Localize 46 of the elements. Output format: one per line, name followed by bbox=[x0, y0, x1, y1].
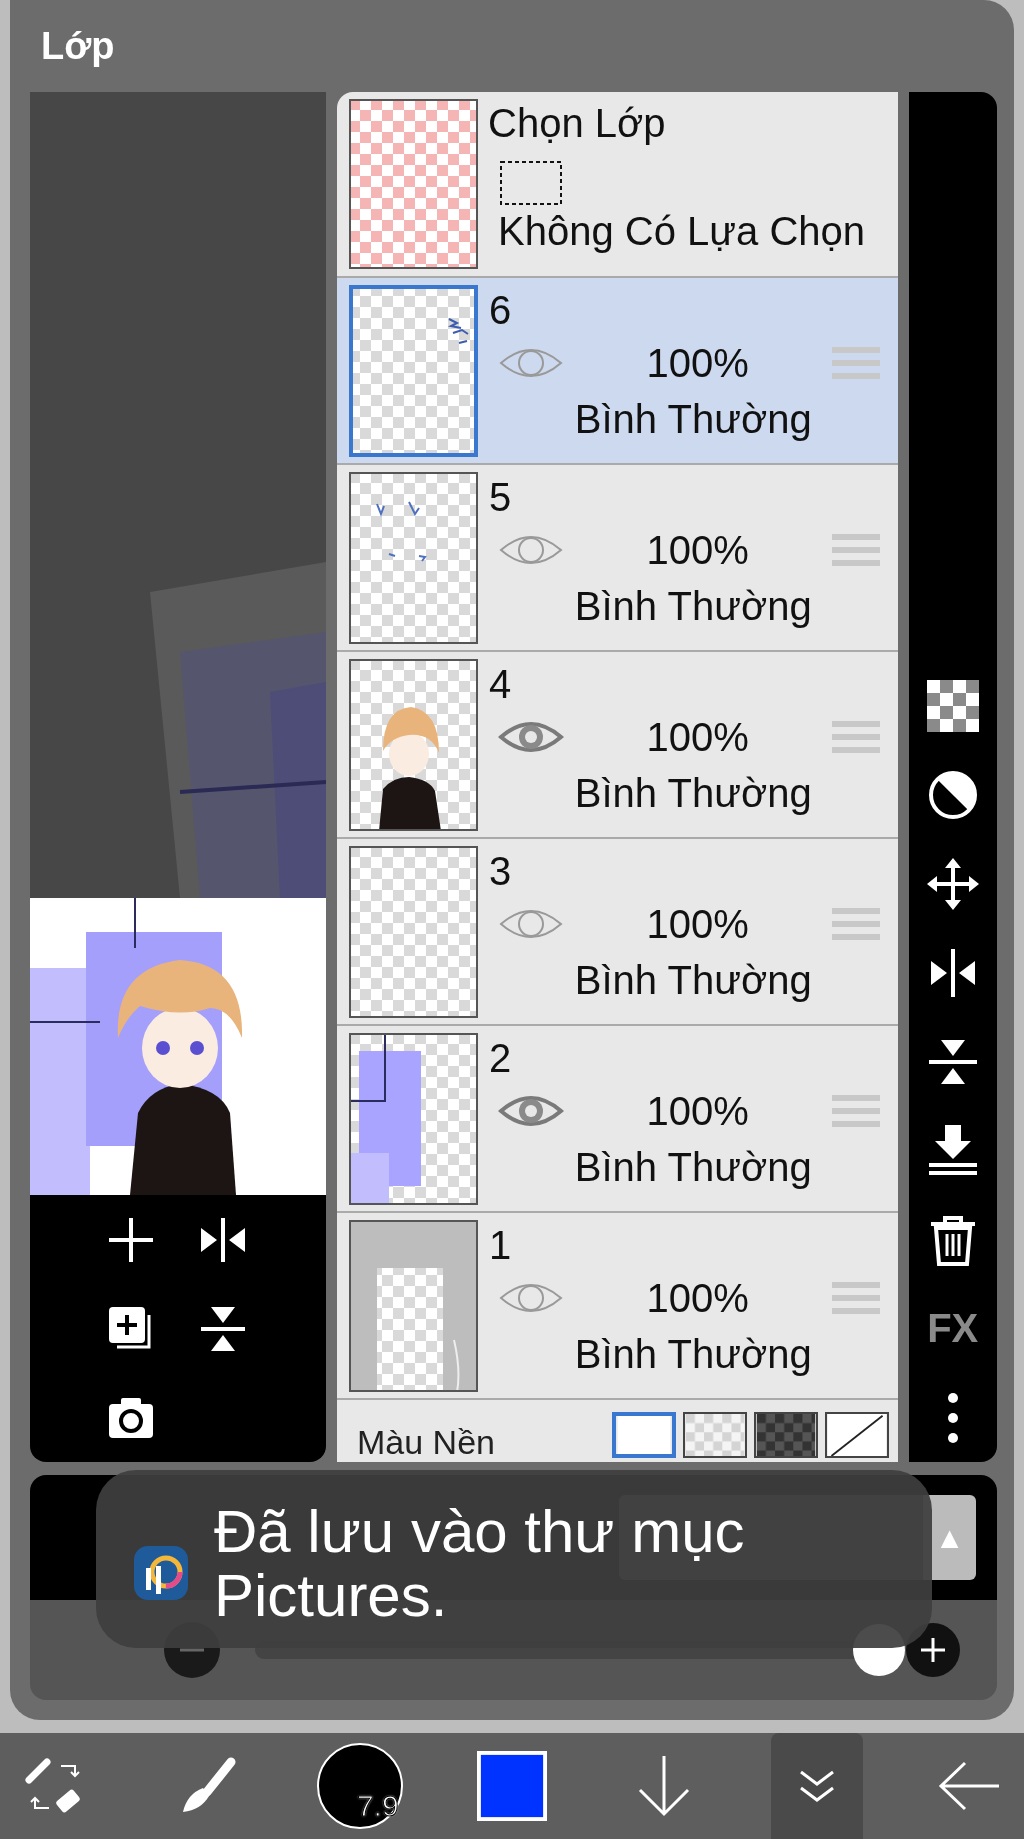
layer-blend-mode: Bình Thường bbox=[573, 770, 813, 817]
layer-name: 4 bbox=[489, 661, 513, 708]
merge-down-icon[interactable] bbox=[926, 1124, 979, 1177]
checkerboard-icon[interactable] bbox=[926, 679, 979, 732]
panel-title: Lớp bbox=[41, 24, 115, 68]
layer-blend-mode: Bình Thường bbox=[573, 957, 813, 1004]
half-circle-icon[interactable] bbox=[926, 768, 979, 821]
layer-opacity: 100% bbox=[645, 527, 750, 573]
background-color-label: Màu Nền bbox=[357, 1422, 496, 1462]
move-arrows-icon[interactable] bbox=[926, 857, 979, 910]
layer-blend-mode: Bình Thường bbox=[573, 583, 813, 630]
background-swatch[interactable] bbox=[754, 1412, 818, 1458]
layer-blend-mode: Bình Thường bbox=[573, 1331, 813, 1378]
selection-status: Không Có Lựa Chọn bbox=[498, 208, 866, 255]
layer-blend-mode: Bình Thường bbox=[573, 396, 813, 443]
fx-button[interactable]: FX bbox=[927, 1306, 979, 1351]
drag-handle-icon[interactable] bbox=[831, 532, 880, 568]
selection-layer-title: Chọn Lớp bbox=[488, 100, 667, 147]
toolbar-button[interactable]: 7.9 bbox=[313, 1733, 406, 1839]
layer-opacity: 100% bbox=[645, 1088, 750, 1134]
toast-message: Đã lưu vào thư mục Pictures. bbox=[214, 1500, 746, 1628]
layer-name: 5 bbox=[489, 474, 513, 521]
more-options-icon[interactable] bbox=[945, 1391, 960, 1444]
layer-name: 3 bbox=[489, 848, 513, 895]
layer-opacity: 100% bbox=[645, 714, 750, 760]
app-logo-icon bbox=[134, 1546, 188, 1600]
background-swatch[interactable] bbox=[825, 1412, 889, 1458]
background-swatch[interactable] bbox=[683, 1412, 747, 1458]
drag-handle-icon[interactable] bbox=[831, 1280, 880, 1316]
brush-size-value: 7.9 bbox=[356, 1789, 399, 1823]
drag-handle-icon[interactable] bbox=[831, 719, 880, 755]
drag-handle-icon[interactable] bbox=[831, 906, 880, 942]
layer-name: 2 bbox=[489, 1035, 513, 1082]
layer-opacity: 100% bbox=[645, 901, 750, 947]
toolbar-button[interactable] bbox=[770, 1733, 863, 1839]
layer-name: 1 bbox=[489, 1222, 513, 1269]
background-swatch[interactable] bbox=[612, 1412, 676, 1458]
layer-row[interactable]: 6 100% Bình Thường bbox=[337, 278, 898, 465]
layer-blend-mode: Bình Thường bbox=[573, 1144, 813, 1191]
layer-name: 6 bbox=[489, 287, 513, 334]
drag-handle-icon[interactable] bbox=[831, 345, 880, 381]
layer-opacity: 100% bbox=[645, 340, 750, 386]
back-arrow-icon bbox=[936, 1761, 1001, 1811]
layer-opacity: 100% bbox=[645, 1275, 750, 1321]
selection-marquee-icon bbox=[500, 161, 562, 205]
drag-handle-icon[interactable] bbox=[831, 1093, 880, 1129]
